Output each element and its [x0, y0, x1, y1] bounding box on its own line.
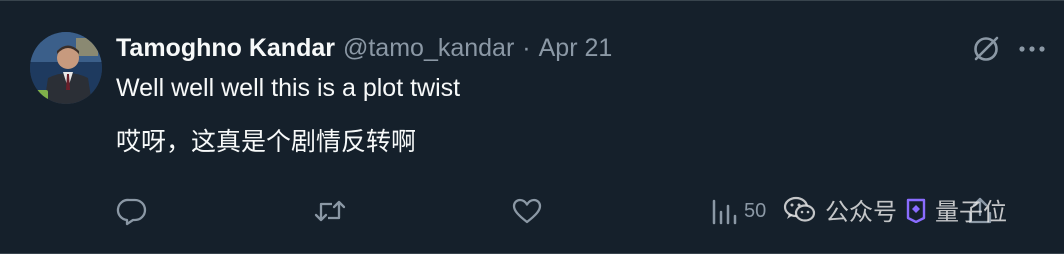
views-button[interactable]: 50 — [710, 193, 766, 229]
wechat-icon — [783, 196, 816, 222]
avatar-image — [30, 32, 102, 104]
avatar[interactable] — [30, 32, 102, 104]
watermark: 公众号 量子位 — [783, 192, 1007, 227]
views-count: 50 — [744, 199, 767, 222]
author-name[interactable]: Tamoghno Kandar — [116, 34, 335, 63]
watermark-text-account: 公众号 — [825, 198, 897, 226]
reply-button[interactable] — [116, 193, 148, 229]
grok-icon[interactable] — [968, 31, 1004, 67]
watermark-text-brand: 量子位 — [935, 198, 1007, 226]
retweet-button[interactable] — [312, 193, 348, 229]
like-button[interactable] — [510, 193, 544, 229]
tweet-text: Well well well this is a plot twist — [116, 74, 461, 102]
more-icon[interactable] — [1014, 31, 1050, 67]
author-handle[interactable]: @tamo_kandar — [343, 34, 514, 63]
like-icon — [512, 198, 542, 224]
qbitai-logo-icon — [905, 197, 927, 223]
tweet-text-translation: 哎呀，这真是个剧情反转啊 — [116, 127, 417, 156]
tweet-date[interactable]: Apr 21 — [539, 34, 613, 63]
views-icon — [712, 199, 737, 225]
separator-dot: · — [522, 34, 531, 62]
retweet-icon — [314, 200, 346, 222]
reply-icon — [116, 198, 147, 226]
tweet-header: Tamoghno Kandar @tamo_kandar · Apr 21 — [116, 34, 612, 63]
tweet-card[interactable]: Tamoghno Kandar @tamo_kandar · Apr 21 We… — [0, 0, 1064, 254]
